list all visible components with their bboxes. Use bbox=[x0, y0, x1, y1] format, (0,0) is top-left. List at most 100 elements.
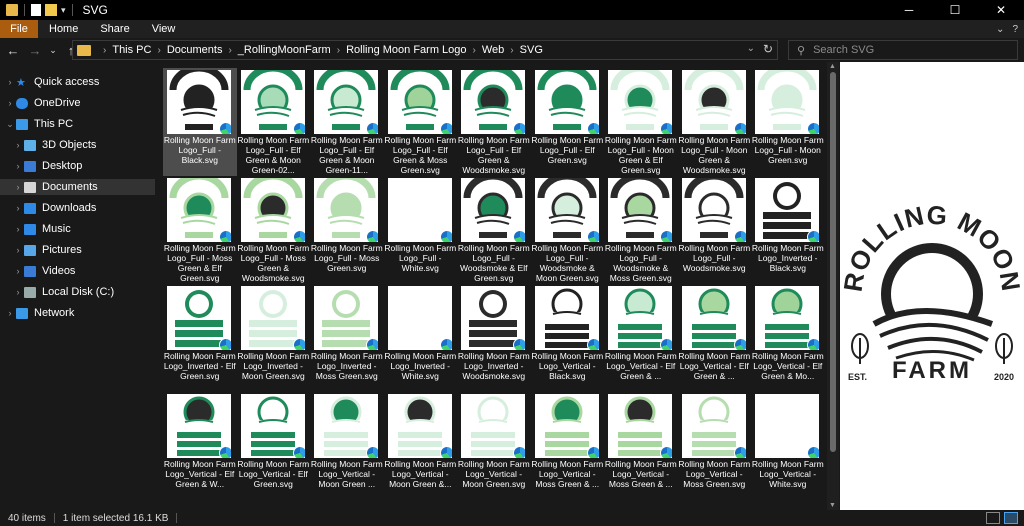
file-item[interactable]: Rolling Moon Farm Logo_Full - Elf Green … bbox=[237, 68, 311, 176]
chevron-right-icon[interactable]: › bbox=[12, 140, 24, 150]
chevron-down-icon[interactable]: ⌄ bbox=[4, 119, 16, 130]
scroll-down-icon[interactable]: ▼ bbox=[829, 502, 836, 509]
file-thumbnail[interactable] bbox=[755, 394, 819, 458]
chevron-right-icon[interactable]: › bbox=[12, 245, 24, 255]
chevron-right-icon[interactable]: › bbox=[4, 308, 16, 318]
file-item[interactable]: Rolling Moon Farm Logo_Vertical - Moon G… bbox=[457, 392, 531, 500]
file-thumbnail[interactable] bbox=[461, 394, 525, 458]
file-item[interactable]: Rolling Moon Farm Logo_Full - Woodsmoke.… bbox=[678, 176, 752, 284]
file-thumbnail[interactable] bbox=[534, 286, 599, 350]
file-thumbnail[interactable] bbox=[681, 394, 746, 458]
file-thumbnail[interactable] bbox=[167, 178, 231, 242]
chevron-right-icon[interactable]: › bbox=[12, 224, 24, 234]
maximize-button[interactable]: ☐ bbox=[932, 0, 978, 20]
file-thumbnail[interactable] bbox=[167, 286, 231, 350]
chevron-right-icon[interactable]: › bbox=[12, 161, 24, 171]
file-item[interactable]: Rolling Moon Farm Logo_Vertical - White.… bbox=[751, 392, 825, 500]
file-thumbnail[interactable] bbox=[534, 70, 599, 134]
file-thumbnail[interactable] bbox=[387, 286, 452, 350]
file-item[interactable]: Rolling Moon Farm Logo_Vertical - Moon G… bbox=[384, 392, 458, 500]
file-item[interactable]: Rolling Moon Farm Logo_Vertical - Elf Gr… bbox=[604, 284, 678, 392]
file-thumbnail[interactable] bbox=[461, 178, 525, 242]
file-thumbnail[interactable] bbox=[534, 394, 599, 458]
sidebar-item-downloads[interactable]: › Downloads bbox=[0, 200, 155, 216]
file-thumbnail[interactable] bbox=[240, 286, 305, 350]
file-item[interactable]: Rolling Moon Farm Logo_Full - Moss Green… bbox=[163, 176, 237, 284]
file-thumbnail[interactable] bbox=[387, 178, 452, 242]
file-item[interactable]: Rolling Moon Farm Logo_Vertical - Moss G… bbox=[604, 392, 678, 500]
file-thumbnail[interactable] bbox=[240, 70, 305, 134]
file-thumbnail[interactable] bbox=[240, 394, 305, 458]
chevron-right-icon[interactable]: › bbox=[12, 182, 24, 192]
file-thumbnail[interactable] bbox=[461, 70, 525, 134]
sidebar-item-videos[interactable]: › Videos bbox=[0, 263, 155, 279]
scroll-up-icon[interactable]: ▲ bbox=[829, 63, 836, 70]
file-item[interactable]: Rolling Moon Farm Logo_Full - Moon Green… bbox=[604, 68, 678, 176]
file-item[interactable]: Rolling Moon Farm Logo_Full - Elf Green … bbox=[384, 68, 458, 176]
sidebar-item-3d-objects[interactable]: › 3D Objects bbox=[0, 137, 155, 153]
file-thumbnail[interactable] bbox=[755, 286, 819, 350]
file-item[interactable]: Rolling Moon Farm Logo_Full - Elf Green … bbox=[457, 68, 531, 176]
file-item[interactable]: Rolling Moon Farm Logo_Full - Woodsmoke … bbox=[604, 176, 678, 284]
file-thumbnail[interactable] bbox=[314, 394, 378, 458]
file-item[interactable]: Rolling Moon Farm Logo_Inverted - Moon G… bbox=[237, 284, 311, 392]
file-list[interactable]: Rolling Moon Farm Logo_Full - Black.svg R… bbox=[155, 62, 827, 510]
file-thumbnail[interactable] bbox=[608, 286, 672, 350]
breadcrumb-this-pc[interactable]: This PC bbox=[112, 44, 151, 56]
sidebar-item-network[interactable]: › Network bbox=[0, 305, 155, 321]
forward-button[interactable]: → bbox=[26, 40, 44, 60]
file-item[interactable]: Rolling Moon Farm Logo_Inverted - Black.… bbox=[751, 176, 825, 284]
sidebar-item-pictures[interactable]: › Pictures bbox=[0, 242, 155, 258]
recent-locations-icon[interactable]: ⌄ bbox=[48, 40, 58, 60]
sidebar-item-documents[interactable]: › Documents bbox=[0, 179, 155, 195]
file-item[interactable]: Rolling Moon Farm Logo_Vertical - Moss G… bbox=[678, 392, 752, 500]
sidebar-item-onedrive[interactable]: › OneDrive bbox=[0, 95, 155, 111]
file-item[interactable]: Rolling Moon Farm Logo_Full - White.svg bbox=[384, 176, 458, 284]
file-item[interactable]: Rolling Moon Farm Logo_Vertical - Moss G… bbox=[531, 392, 605, 500]
breadcrumb-documents[interactable]: Documents bbox=[167, 44, 223, 56]
scrollbar-thumb[interactable] bbox=[830, 72, 836, 452]
file-item[interactable]: Rolling Moon Farm Logo_Vertical - Moon G… bbox=[310, 392, 384, 500]
chevron-right-icon[interactable]: › bbox=[12, 203, 24, 213]
file-item[interactable]: Rolling Moon Farm Logo_Vertical - Elf Gr… bbox=[678, 284, 752, 392]
file-item[interactable]: Rolling Moon Farm Logo_Full - Moon Green… bbox=[751, 68, 825, 176]
file-thumbnail[interactable] bbox=[755, 70, 819, 134]
expand-ribbon-icon[interactable]: ⌄ bbox=[996, 24, 1004, 35]
chevron-right-icon[interactable]: › bbox=[510, 45, 513, 56]
file-item[interactable]: Rolling Moon Farm Logo_Vertical - Elf Gr… bbox=[237, 392, 311, 500]
chevron-right-icon[interactable]: › bbox=[12, 287, 24, 297]
file-item[interactable]: Rolling Moon Farm Logo_Full - Moss Green… bbox=[237, 176, 311, 284]
file-thumbnail[interactable] bbox=[755, 178, 819, 242]
file-item[interactable]: Rolling Moon Farm Logo_Full - Elf Green … bbox=[310, 68, 384, 176]
help-icon[interactable]: ? bbox=[1012, 24, 1018, 35]
file-thumbnail[interactable] bbox=[608, 70, 672, 134]
sidebar-item-quick-access[interactable]: › ★ Quick access bbox=[0, 74, 155, 90]
back-button[interactable]: ← bbox=[4, 40, 22, 60]
file-thumbnail[interactable] bbox=[608, 178, 672, 242]
file-thumbnail[interactable] bbox=[314, 178, 378, 242]
sidebar-item-this-pc[interactable]: ⌄ This PC bbox=[0, 116, 155, 132]
sidebar-item-desktop[interactable]: › Desktop bbox=[0, 158, 155, 174]
file-thumbnail[interactable] bbox=[681, 70, 746, 134]
chevron-right-icon[interactable]: › bbox=[337, 45, 340, 56]
vertical-scrollbar[interactable]: ▲ ▼ bbox=[827, 62, 839, 510]
file-thumbnail[interactable] bbox=[167, 394, 231, 458]
new-folder-icon[interactable] bbox=[45, 4, 57, 16]
file-item[interactable]: Rolling Moon Farm Logo_Full - Woodsmoke … bbox=[457, 176, 531, 284]
file-item[interactable]: Rolling Moon Farm Logo_Full - Moon Green… bbox=[678, 68, 752, 176]
file-thumbnail[interactable] bbox=[314, 286, 378, 350]
file-item[interactable]: Rolling Moon Farm Logo_Vertical - Elf Gr… bbox=[751, 284, 825, 392]
details-view-icon[interactable] bbox=[986, 512, 1000, 524]
tab-share[interactable]: Share bbox=[89, 20, 140, 38]
file-item[interactable]: Rolling Moon Farm Logo_Inverted - White.… bbox=[384, 284, 458, 392]
file-thumbnail[interactable] bbox=[167, 70, 231, 134]
file-item[interactable]: Rolling Moon Farm Logo_Full - Moss Green… bbox=[310, 176, 384, 284]
minimize-button[interactable]: ─ bbox=[886, 0, 932, 20]
file-thumbnail[interactable] bbox=[608, 394, 672, 458]
chevron-right-icon[interactable]: › bbox=[228, 45, 231, 56]
tab-view[interactable]: View bbox=[141, 20, 187, 38]
file-item[interactable]: Rolling Moon Farm Logo_Inverted - Moss G… bbox=[310, 284, 384, 392]
large-icons-view-icon[interactable] bbox=[1004, 512, 1018, 524]
tab-home[interactable]: Home bbox=[38, 20, 89, 38]
file-item[interactable]: Rolling Moon Farm Logo_Full - Woodsmoke … bbox=[531, 176, 605, 284]
